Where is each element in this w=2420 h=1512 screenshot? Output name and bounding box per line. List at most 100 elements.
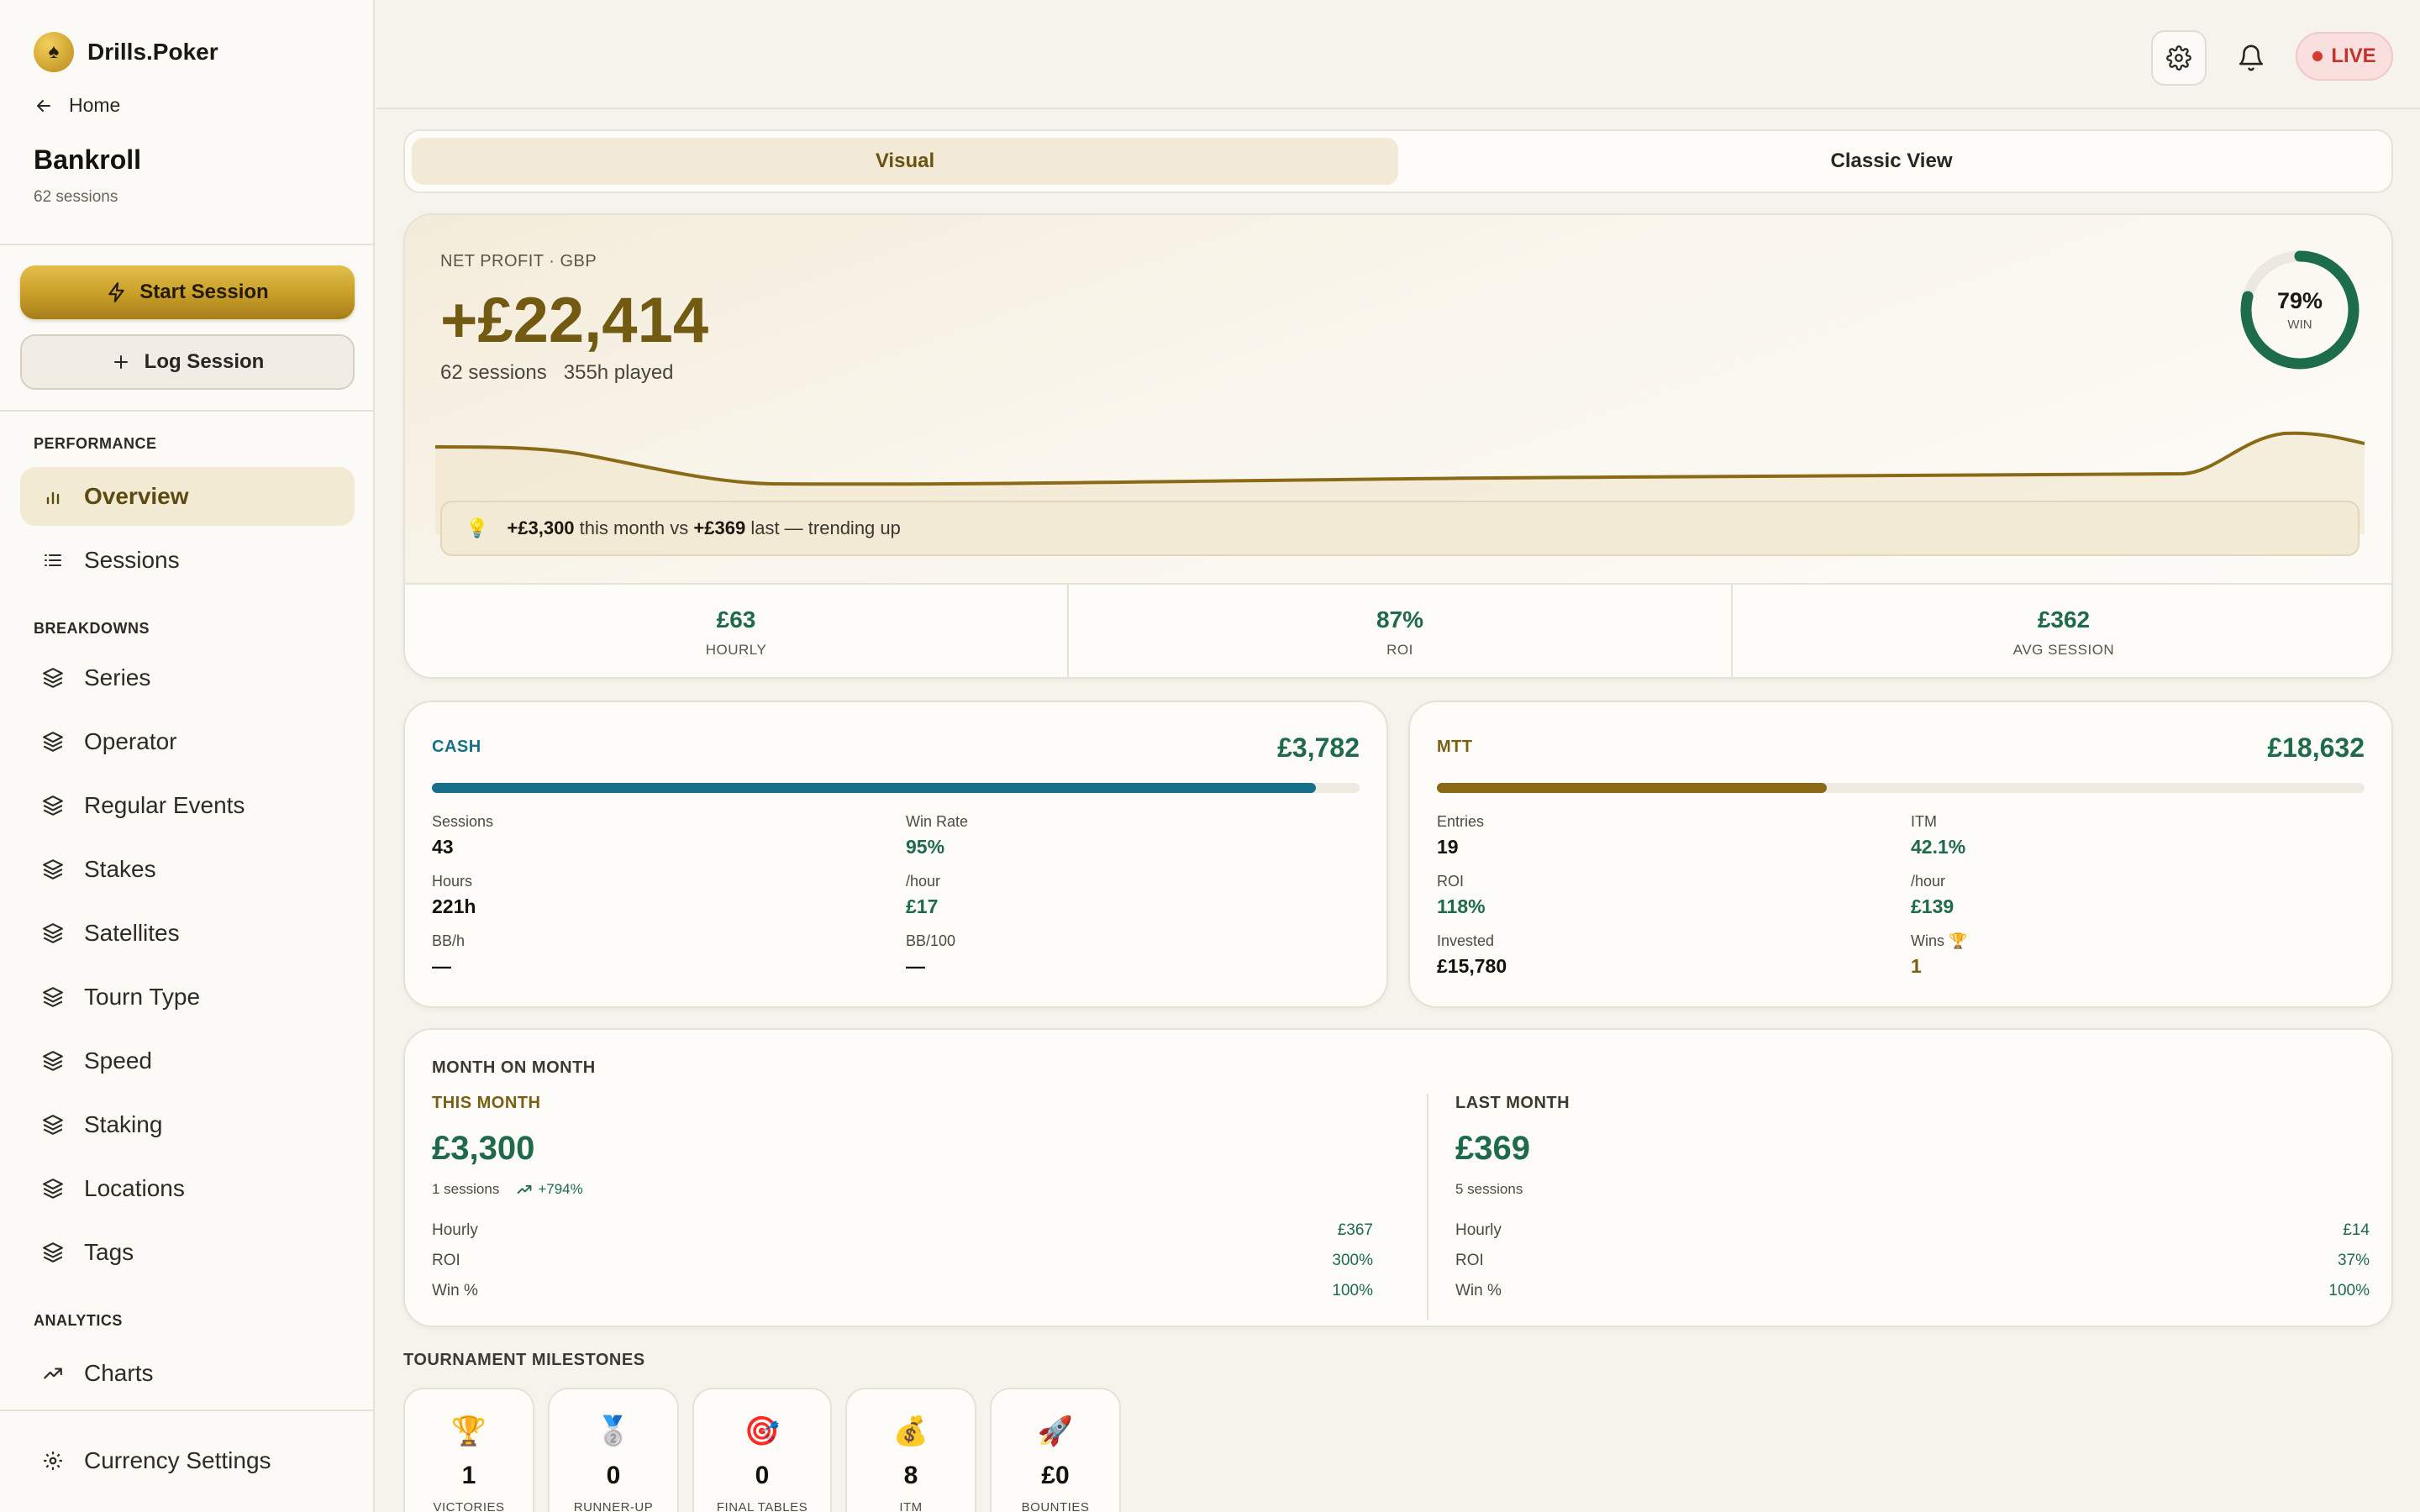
log-session-button[interactable]: Log Session: [20, 334, 355, 390]
sidebar-item-stakes[interactable]: Stakes: [20, 840, 355, 899]
stat-label: Win Rate: [906, 813, 969, 830]
sidebar-item-label: Currency Settings: [84, 1447, 271, 1473]
sidebar-item-currency-settings[interactable]: Currency Settings: [20, 1431, 355, 1490]
mom-row-value: 300%: [1332, 1252, 1373, 1269]
stat-cell: Wins 🏆 1: [1911, 932, 2381, 978]
sidebar-item-tags[interactable]: Tags: [20, 1223, 355, 1282]
sidebar-item-label: Tourn Type: [84, 984, 201, 1010]
net-profit-label: NET PROFIT · GBP: [440, 252, 597, 270]
spade-logo-icon: ♠: [34, 32, 74, 72]
sidebar-item-series[interactable]: Series: [20, 648, 355, 707]
mom-row-label: Hourly: [1455, 1221, 1502, 1239]
stat-label: /hour: [906, 873, 941, 890]
sidebar-item-overview[interactable]: Overview: [20, 467, 355, 526]
sidebar-item-label: Series: [84, 664, 151, 690]
sidebar-item-sessions[interactable]: Sessions: [20, 531, 355, 590]
arrow-left-icon: [37, 99, 50, 112]
mom-row-label: Win %: [1455, 1282, 1502, 1299]
mom-row-label: ROI: [1455, 1252, 1484, 1269]
layers-icon: [40, 1176, 66, 1201]
tab-visual[interactable]: Visual: [412, 138, 1398, 185]
sidebar-item-label: Locations: [84, 1175, 185, 1201]
sidebar-item-label: Sessions: [84, 547, 180, 573]
stat-label: /hour: [1911, 873, 1946, 890]
this-month-meta: 1 sessions +794%: [432, 1181, 1400, 1198]
stat-value: 42.1%: [1911, 836, 1966, 858]
milestone-icon: 🚀: [1037, 1415, 1074, 1447]
milestone-value: 0: [606, 1462, 621, 1489]
mom-row: Hourly £367: [432, 1221, 1373, 1240]
sidebar-item-label: Charts: [84, 1360, 154, 1386]
stat-label: ROI: [1386, 642, 1413, 658]
home-link[interactable]: Home: [34, 94, 120, 117]
sidebar-item-regular-events[interactable]: Regular Events: [20, 776, 355, 835]
layers-icon: [40, 1112, 66, 1137]
milestone-runner-up: 🥈 0 RUNNER-UP: [548, 1388, 679, 1512]
this-month-sessions: 1 sessions: [432, 1181, 500, 1197]
mom-row: ROI 300%: [432, 1252, 1373, 1270]
mom-row: Hourly £14: [1455, 1221, 2370, 1240]
sidebar-item-label: Speed: [84, 1047, 152, 1074]
mtt-card[interactable]: MTT £18,632 Entries 19 ITM 42.1% ROI 118% /hou…: [1408, 701, 2393, 1008]
layers-icon: [40, 984, 66, 1010]
view-tabs: Visual Classic View: [403, 129, 2393, 193]
layers-icon: [40, 921, 66, 946]
stat-cell: Invested £15,780: [1437, 932, 1907, 978]
cash-share-fill: [432, 783, 1317, 793]
bell-icon: [2238, 45, 2264, 71]
mom-row: ROI 37%: [1455, 1252, 2370, 1270]
this-month-trend: +794%: [516, 1181, 583, 1198]
stat-cell: Win Rate 95%: [906, 813, 1376, 858]
milestone-label: ITM: [899, 1500, 923, 1512]
stat-value: £362: [2037, 606, 2091, 633]
last-month-meta: 5 sessions: [1455, 1181, 2391, 1198]
stat-label: Hours: [432, 873, 473, 890]
sidebar-item-charts[interactable]: Charts: [20, 1344, 355, 1403]
sidebar-item-satellites[interactable]: Satellites: [20, 904, 355, 963]
milestone-label: FINAL TABLES: [716, 1500, 808, 1512]
insight-text: +£3,300 this month vs +£369 last — trend…: [507, 517, 900, 539]
sidebar-item-tourn-type[interactable]: Tourn Type: [20, 968, 355, 1026]
net-profit-value: +£22,414: [440, 285, 709, 356]
page-subtitle: 62 sessions: [34, 188, 118, 206]
brand-name: Drills.Poker: [87, 39, 218, 65]
stat-label: HOURLY: [705, 642, 767, 658]
sidebar-item-label: Regular Events: [84, 792, 245, 818]
stat-value: 43: [432, 836, 454, 858]
cash-card[interactable]: CASH £3,782 Sessions 43 Win Rate 95% Hours 22…: [403, 701, 1388, 1008]
sidebar-item-operator[interactable]: Operator: [20, 712, 355, 771]
layers-icon: [40, 857, 66, 882]
sidebar-item-locations[interactable]: Locations: [20, 1159, 355, 1218]
stat-value: —: [906, 955, 925, 977]
stat-value: £17: [906, 895, 939, 917]
cash-total: £3,782: [1277, 732, 1360, 763]
mom-row-label: ROI: [432, 1252, 460, 1269]
last-month-value: £369: [1455, 1130, 1530, 1167]
stat-hourly: £63 HOURLY: [405, 585, 1069, 677]
stat-value: —: [432, 955, 451, 977]
mom-row-label: Hourly: [432, 1221, 478, 1239]
sidebar-item-speed[interactable]: Speed: [20, 1032, 355, 1090]
stat-label: BB/100: [906, 932, 956, 949]
milestone-icon: 💰: [892, 1415, 929, 1447]
milestone-value: 0: [755, 1462, 770, 1489]
live-badge[interactable]: LIVE: [2296, 32, 2393, 81]
stat-label: ROI: [1437, 873, 1465, 890]
stat-value: £139: [1911, 895, 1954, 917]
mom-row: Win % 100%: [432, 1282, 1373, 1300]
sidebar-item-staking[interactable]: Staking: [20, 1095, 355, 1154]
stat-label: Sessions: [432, 813, 494, 830]
brand[interactable]: ♠ Drills.Poker: [34, 32, 218, 72]
hero-sessions: 62 sessions: [440, 361, 547, 384]
milestone-final-tables: 🎯 0 FINAL TABLES: [692, 1388, 832, 1512]
stat-cell: ROI 118%: [1437, 873, 1907, 918]
notifications-button[interactable]: [2223, 30, 2279, 86]
tab-classic-view[interactable]: Classic View: [1398, 138, 2385, 185]
mom-row-value: £367: [1337, 1221, 1373, 1239]
insight-last-month: +£369: [693, 517, 746, 538]
mom-row: Win % 100%: [1455, 1282, 2370, 1300]
mom-row-value: 100%: [2328, 1282, 2370, 1299]
start-session-button[interactable]: Start Session: [20, 265, 355, 319]
settings-button[interactable]: [2151, 30, 2207, 86]
cash-title: CASH: [432, 738, 481, 756]
